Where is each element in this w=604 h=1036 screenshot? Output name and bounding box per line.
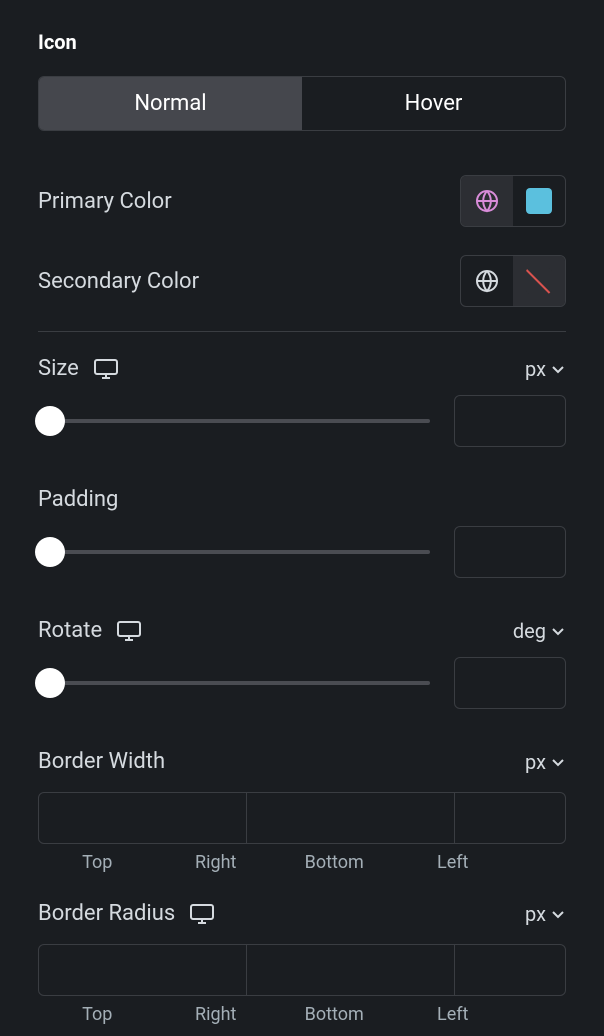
size-slider-thumb[interactable] xyxy=(35,406,65,436)
chevron-down-icon xyxy=(550,754,566,770)
secondary-color-row: Secondary Color xyxy=(38,241,566,321)
size-label: Size xyxy=(38,356,79,381)
section-title: Icon xyxy=(38,30,566,54)
chevron-down-icon xyxy=(550,906,566,922)
monitor-icon[interactable] xyxy=(93,358,119,380)
state-tabs: Normal Hover xyxy=(38,76,566,131)
secondary-color-controls xyxy=(460,255,566,307)
border-radius-label-group: Border Radius xyxy=(38,901,215,926)
border-width-inputs xyxy=(38,792,566,844)
size-slider[interactable] xyxy=(38,419,430,423)
size-label-group: Size xyxy=(38,356,119,381)
border-radius-left-label: Left xyxy=(394,1004,513,1025)
rotate-slider[interactable] xyxy=(38,681,430,685)
padding-row: Padding xyxy=(38,473,566,526)
size-unit: px xyxy=(525,357,546,381)
border-radius-right-input[interactable] xyxy=(247,945,455,995)
padding-input[interactable] xyxy=(454,526,566,578)
border-radius-label: Border Radius xyxy=(38,901,175,926)
border-width-bottom-input[interactable] xyxy=(455,793,566,843)
size-input[interactable] xyxy=(454,395,566,447)
global-color-button[interactable] xyxy=(461,176,513,226)
monitor-icon[interactable] xyxy=(116,620,142,642)
border-radius-top-label: Top xyxy=(38,1004,157,1025)
primary-color-swatch xyxy=(526,188,552,214)
rotate-row: Rotate deg xyxy=(38,604,566,657)
size-row: Size px xyxy=(38,342,566,395)
border-radius-inputs xyxy=(38,944,566,996)
rotate-label-group: Rotate xyxy=(38,618,142,643)
rotate-slider-row xyxy=(38,657,566,709)
tab-hover[interactable]: Hover xyxy=(302,77,565,130)
padding-slider-row xyxy=(38,526,566,578)
secondary-color-label: Secondary Color xyxy=(38,269,199,294)
chevron-down-icon xyxy=(550,361,566,377)
tab-normal[interactable]: Normal xyxy=(39,77,302,130)
primary-color-controls xyxy=(460,175,566,227)
border-width-unit-select[interactable]: px xyxy=(525,750,566,774)
border-width-row: Border Width px xyxy=(38,735,566,788)
rotate-slider-thumb[interactable] xyxy=(35,668,65,698)
border-radius-unit: px xyxy=(525,902,546,926)
padding-label: Padding xyxy=(38,487,118,512)
border-width-side-labels: Top Right Bottom Left xyxy=(38,852,566,873)
border-radius-top-input[interactable] xyxy=(39,945,247,995)
primary-color-swatch-button[interactable] xyxy=(513,176,565,226)
size-slider-row xyxy=(38,395,566,447)
size-unit-select[interactable]: px xyxy=(525,357,566,381)
empty-color-swatch xyxy=(526,268,552,294)
border-width-top-label: Top xyxy=(38,852,157,873)
divider xyxy=(38,331,566,332)
border-width-bottom-label: Bottom xyxy=(275,852,394,873)
border-radius-bottom-input[interactable] xyxy=(455,945,566,995)
border-radius-side-labels: Top Right Bottom Left xyxy=(38,1004,566,1025)
rotate-label: Rotate xyxy=(38,618,102,643)
chevron-down-icon xyxy=(550,623,566,639)
rotate-input[interactable] xyxy=(454,657,566,709)
rotate-unit-select[interactable]: deg xyxy=(513,619,566,643)
border-radius-bottom-label: Bottom xyxy=(275,1004,394,1025)
border-radius-row: Border Radius px xyxy=(38,887,566,940)
padding-slider-thumb[interactable] xyxy=(35,537,65,567)
border-width-right-label: Right xyxy=(157,852,276,873)
border-radius-unit-select[interactable]: px xyxy=(525,902,566,926)
secondary-color-swatch-button[interactable] xyxy=(513,256,565,306)
padding-slider[interactable] xyxy=(38,550,430,554)
globe-icon xyxy=(475,269,499,293)
monitor-icon[interactable] xyxy=(189,903,215,925)
global-color-button[interactable] xyxy=(461,256,513,306)
border-width-top-input[interactable] xyxy=(39,793,247,843)
border-width-unit: px xyxy=(525,750,546,774)
primary-color-row: Primary Color xyxy=(38,161,566,241)
border-radius-right-label: Right xyxy=(157,1004,276,1025)
border-width-left-label: Left xyxy=(394,852,513,873)
border-width-right-input[interactable] xyxy=(247,793,455,843)
rotate-unit: deg xyxy=(513,619,546,643)
globe-icon xyxy=(475,189,499,213)
border-width-label: Border Width xyxy=(38,749,165,774)
primary-color-label: Primary Color xyxy=(38,189,172,214)
